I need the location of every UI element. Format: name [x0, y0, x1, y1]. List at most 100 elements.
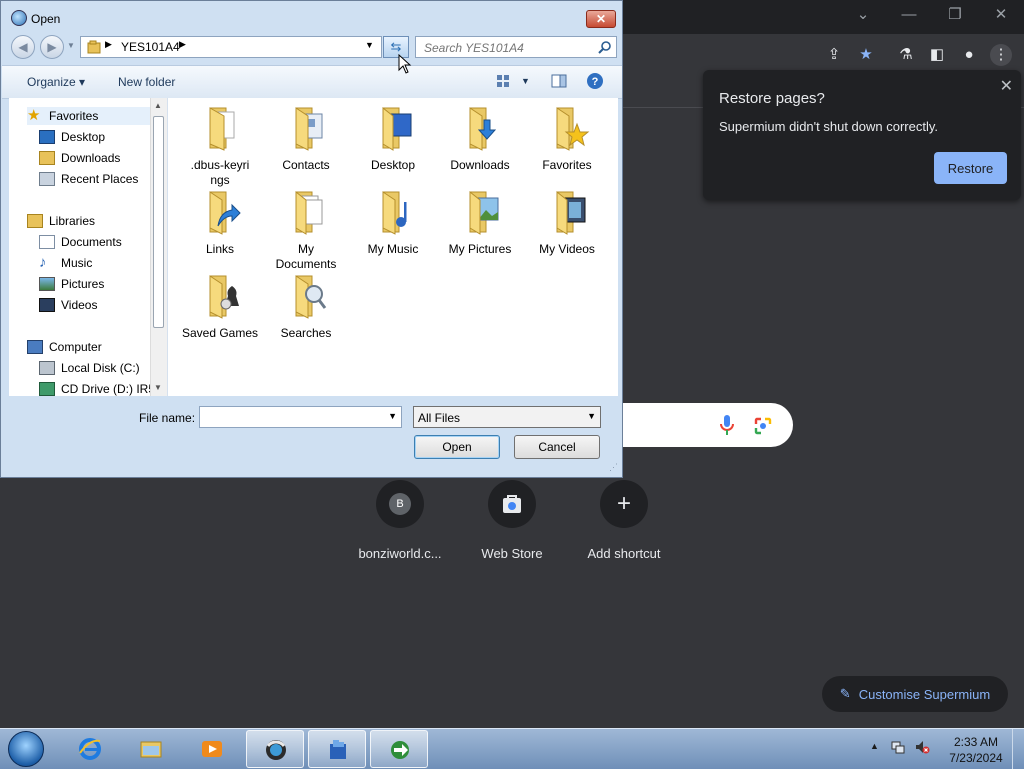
forward-button[interactable]: ▶ [40, 35, 64, 59]
computer-icon [27, 340, 43, 354]
organize-menu[interactable]: Organize ▾ [27, 75, 85, 89]
file-name-field[interactable]: ▼ [199, 406, 402, 428]
list-item[interactable]: Saved Games [180, 272, 260, 341]
nav-libraries[interactable]: Libraries [27, 212, 95, 230]
list-item[interactable]: .dbus-keyri ngs [180, 104, 260, 188]
file-type-select[interactable]: All Files ▼ [413, 406, 601, 428]
file-label: .dbus-keyri ngs [190, 158, 250, 187]
search-input[interactable] [422, 39, 596, 57]
taskbar-internet-explorer[interactable] [61, 730, 119, 768]
videos-icon [39, 298, 55, 312]
breadcrumb-arrow-icon[interactable]: ▶ [105, 39, 112, 50]
list-item[interactable]: My Music [353, 188, 433, 257]
list-item[interactable]: Desktop [353, 104, 433, 173]
scrollbar-thumb[interactable] [153, 116, 164, 328]
clock-time: 2:33 AM [953, 735, 999, 749]
back-button[interactable]: ◀ [11, 35, 35, 59]
start-button[interactable] [8, 731, 44, 767]
recent-places-icon [39, 172, 55, 186]
change-view-icon[interactable] [495, 72, 513, 90]
side-panel-icon[interactable]: ◧ [926, 44, 948, 66]
nav-scrollbar[interactable]: ▲ ▼ [150, 98, 167, 396]
tab-search-icon[interactable]: ⌄ [848, 4, 878, 26]
nav-videos[interactable]: Videos [39, 296, 97, 314]
preview-pane-icon[interactable] [550, 72, 568, 90]
close-icon[interactable]: ✕ [1000, 76, 1013, 96]
hard-disk-icon [39, 361, 55, 375]
tray-overflow-icon[interactable]: ▲ [870, 741, 879, 751]
resize-grip-icon[interactable]: ⋰ [609, 462, 618, 473]
list-item[interactable]: Links [180, 188, 260, 257]
nav-computer[interactable]: Computer [27, 338, 102, 356]
list-item[interactable]: Contacts [266, 104, 346, 173]
download-manager-icon [391, 741, 409, 759]
taskbar-file-explorer[interactable] [122, 730, 180, 768]
open-button[interactable]: Open [414, 435, 500, 459]
taskbar: ▲ 2:33 AM 7/23/2024 [0, 728, 1024, 769]
breadcrumb-location[interactable]: YES101A4 [121, 40, 180, 54]
minimize-icon[interactable]: — [894, 4, 924, 26]
voice-search-icon[interactable] [718, 414, 736, 436]
nav-pictures[interactable]: Pictures [39, 275, 104, 293]
restore-window-icon[interactable]: ❐ [940, 4, 970, 26]
recent-locations-icon[interactable]: ▼ [67, 41, 75, 50]
show-desktop-button[interactable] [1012, 729, 1024, 769]
menu-dots-icon[interactable]: ⋮ [990, 44, 1012, 66]
file-label: My Music [367, 242, 419, 256]
taskbar-downloader[interactable] [370, 730, 428, 768]
address-dropdown-icon[interactable]: ▼ [365, 40, 374, 50]
breadcrumb-arrow-icon[interactable]: ▶ [179, 39, 186, 50]
nav-documents[interactable]: Documents [39, 233, 122, 251]
view-dropdown-icon[interactable]: ▼ [521, 76, 530, 86]
nav-music[interactable]: ♪ Music [39, 254, 92, 272]
customise-button[interactable]: ✎ Customise Supermium [822, 676, 1008, 712]
nav-cd-drive[interactable]: CD Drive (D:) IR5_ [39, 380, 162, 396]
lens-search-icon[interactable] [753, 416, 773, 436]
list-item[interactable]: My Documents [266, 188, 346, 272]
shortcut-web-store[interactable]: Web Store [462, 480, 562, 561]
search-icon[interactable] [598, 40, 612, 54]
scroll-up-icon[interactable]: ▲ [154, 101, 162, 110]
nav-favorites[interactable]: ★ Favorites [27, 107, 152, 125]
volume-muted-icon[interactable] [914, 739, 930, 755]
clock[interactable]: 2:33 AM 7/23/2024 [948, 734, 1004, 766]
list-item[interactable]: Searches [266, 272, 346, 341]
share-icon[interactable]: ⇪ [823, 44, 845, 66]
list-item[interactable]: Downloads [440, 104, 520, 173]
dialog-footer: File name: ▼ All Files ▼ Open Cancel ⋰ [2, 397, 622, 475]
nav-recent-places[interactable]: Recent Places [39, 170, 138, 188]
nav-label: Libraries [49, 214, 96, 228]
close-window-icon[interactable]: ✕ [986, 4, 1016, 26]
taskbar-supermium[interactable] [246, 730, 304, 768]
scroll-down-icon[interactable]: ▼ [154, 383, 162, 392]
taskbar-app-blue[interactable] [308, 730, 366, 768]
list-item[interactable]: My Pictures [440, 188, 520, 257]
folder-games-icon [209, 275, 239, 319]
close-button[interactable]: ✕ [586, 10, 616, 28]
popup-message: Supermium didn't shut down correctly. [719, 119, 939, 134]
file-label: Searches [280, 326, 332, 340]
bookmark-star-icon[interactable]: ★ [855, 44, 877, 66]
network-icon[interactable] [890, 739, 906, 755]
nav-downloads[interactable]: Downloads [39, 149, 120, 167]
address-bar[interactable]: ▶ YES101A4 ▶ ▼ [80, 36, 382, 58]
new-folder-button[interactable]: New folder [118, 75, 175, 89]
file-type-dropdown-icon[interactable]: ▼ [587, 411, 596, 421]
file-name-dropdown-icon[interactable]: ▼ [388, 411, 397, 421]
shortcut-add[interactable]: + Add shortcut [574, 480, 674, 561]
nav-local-disk[interactable]: Local Disk (C:) [39, 359, 140, 377]
profile-icon[interactable]: ● [958, 44, 980, 66]
file-label: Downloads [450, 158, 510, 172]
cancel-button[interactable]: Cancel [514, 435, 600, 459]
file-label: Favorites [542, 158, 592, 172]
labs-flask-icon[interactable]: ⚗ [895, 44, 917, 66]
list-item[interactable]: Favorites [527, 104, 607, 173]
help-icon[interactable]: ? [586, 72, 604, 90]
nav-desktop[interactable]: Desktop [39, 128, 105, 146]
list-item[interactable]: My Videos [527, 188, 607, 257]
taskbar-media-player[interactable] [183, 730, 241, 768]
nav-label: Documents [61, 235, 122, 249]
shortcut-bonziworld[interactable]: B bonziworld.c... [350, 480, 450, 561]
restore-button[interactable]: Restore [934, 152, 1007, 184]
search-box[interactable] [415, 36, 617, 58]
